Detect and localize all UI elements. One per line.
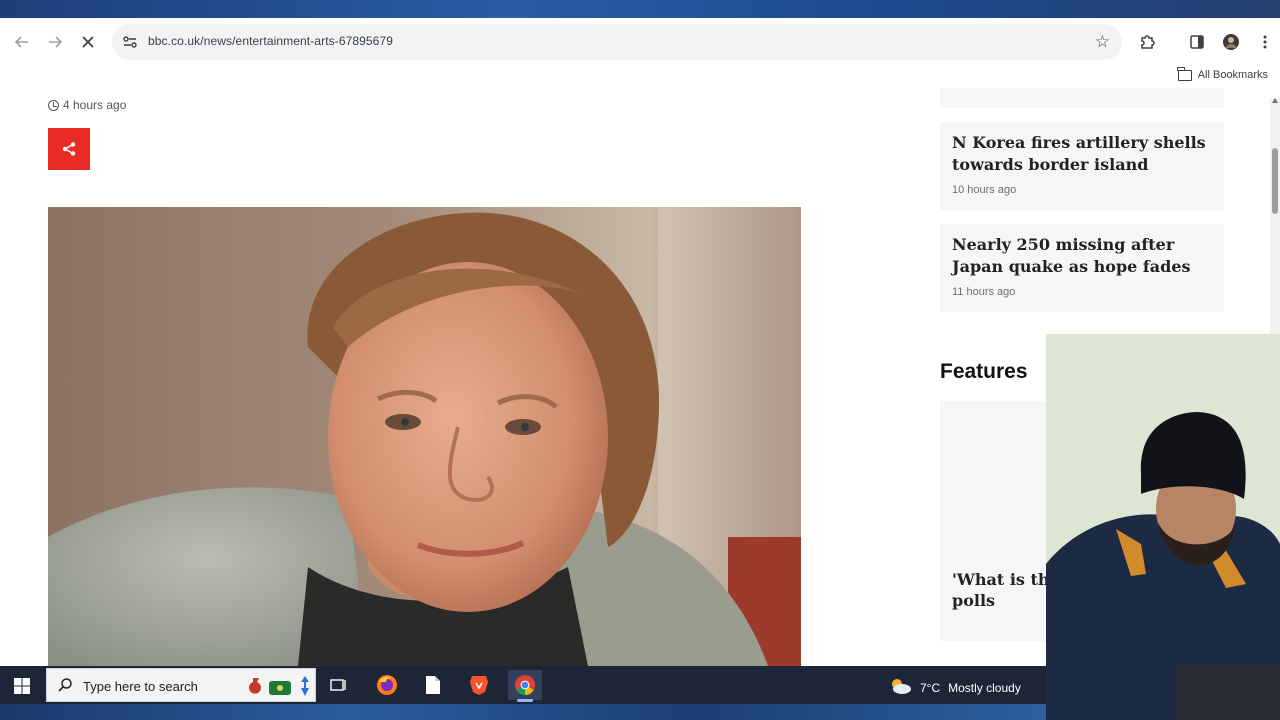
- features-heading: Features: [940, 360, 1028, 383]
- taskbar-search-box[interactable]: Type here to search: [46, 668, 316, 702]
- extensions-icon[interactable]: [1136, 31, 1158, 53]
- desktop-background-bottom: [0, 704, 1046, 720]
- task-view-icon[interactable]: [322, 670, 356, 700]
- side-panel-icon[interactable]: [1186, 31, 1208, 53]
- address-bar[interactable]: bbc.co.uk/news/entertainment-arts-678956…: [112, 24, 1122, 60]
- star-icon[interactable]: ☆: [1095, 32, 1110, 52]
- url-text[interactable]: bbc.co.uk/news/entertainment-arts-678956…: [148, 34, 393, 48]
- windows-taskbar: Type here to search 7°C Mostly cloudy: [0, 666, 1046, 704]
- desktop-background: [0, 0, 1280, 18]
- all-bookmarks-button[interactable]: All Bookmarks: [1177, 66, 1268, 81]
- article-hero-image: [48, 207, 801, 666]
- all-bookmarks-label: All Bookmarks: [1197, 69, 1268, 81]
- share-icon: [62, 142, 76, 156]
- story-time: 11 hours ago: [952, 286, 1016, 298]
- article-timestamp: 4 hours ago: [48, 98, 126, 112]
- file-icon[interactable]: [416, 670, 450, 700]
- story-headline[interactable]: Nearly 250 missing after Japan quake as …: [952, 234, 1214, 278]
- timestamp-text: 4 hours ago: [63, 98, 127, 112]
- firefox-icon[interactable]: [370, 670, 404, 700]
- forward-icon[interactable]: [43, 30, 67, 54]
- browser-toolbar: bbc.co.uk/news/entertainment-arts-678956…: [0, 18, 1280, 66]
- site-settings-icon[interactable]: [122, 34, 138, 50]
- search-icon: [57, 677, 73, 698]
- sidebar-story[interactable]: N Korea fires artillery shells towards b…: [940, 122, 1224, 210]
- stop-icon[interactable]: [76, 30, 100, 54]
- share-button[interactable]: [48, 128, 90, 170]
- scrollbar-thumb[interactable]: [1272, 148, 1278, 214]
- weather-icon: [888, 676, 912, 699]
- weather-description: Mostly cloudy: [948, 680, 1021, 695]
- story-time: 10 hours ago: [952, 184, 1017, 196]
- webcam-overlay: [1046, 334, 1280, 720]
- weather-temperature: 7°C: [920, 680, 941, 695]
- brave-icon[interactable]: [462, 670, 496, 700]
- search-placeholder: Type here to search: [83, 679, 198, 694]
- bookmarks-bar: All Bookmarks: [0, 66, 1280, 88]
- profile-icon[interactable]: [1220, 31, 1242, 53]
- chrome-icon[interactable]: [508, 670, 542, 702]
- scroll-up-icon[interactable]: [1272, 98, 1278, 103]
- story-headline[interactable]: N Korea fires artillery shells towards b…: [952, 132, 1214, 176]
- sidebar-story[interactable]: Nearly 250 missing after Japan quake as …: [940, 224, 1224, 312]
- windows-start-icon[interactable]: [12, 676, 32, 696]
- sidebar-card-top: [940, 88, 1224, 108]
- menu-icon[interactable]: [1254, 31, 1276, 53]
- weather-widget[interactable]: 7°C Mostly cloudy: [888, 676, 1021, 699]
- back-icon[interactable]: [10, 30, 34, 54]
- clock-icon: [48, 99, 59, 111]
- folder-icon: [1177, 66, 1192, 81]
- search-highlight-icon: [247, 674, 313, 703]
